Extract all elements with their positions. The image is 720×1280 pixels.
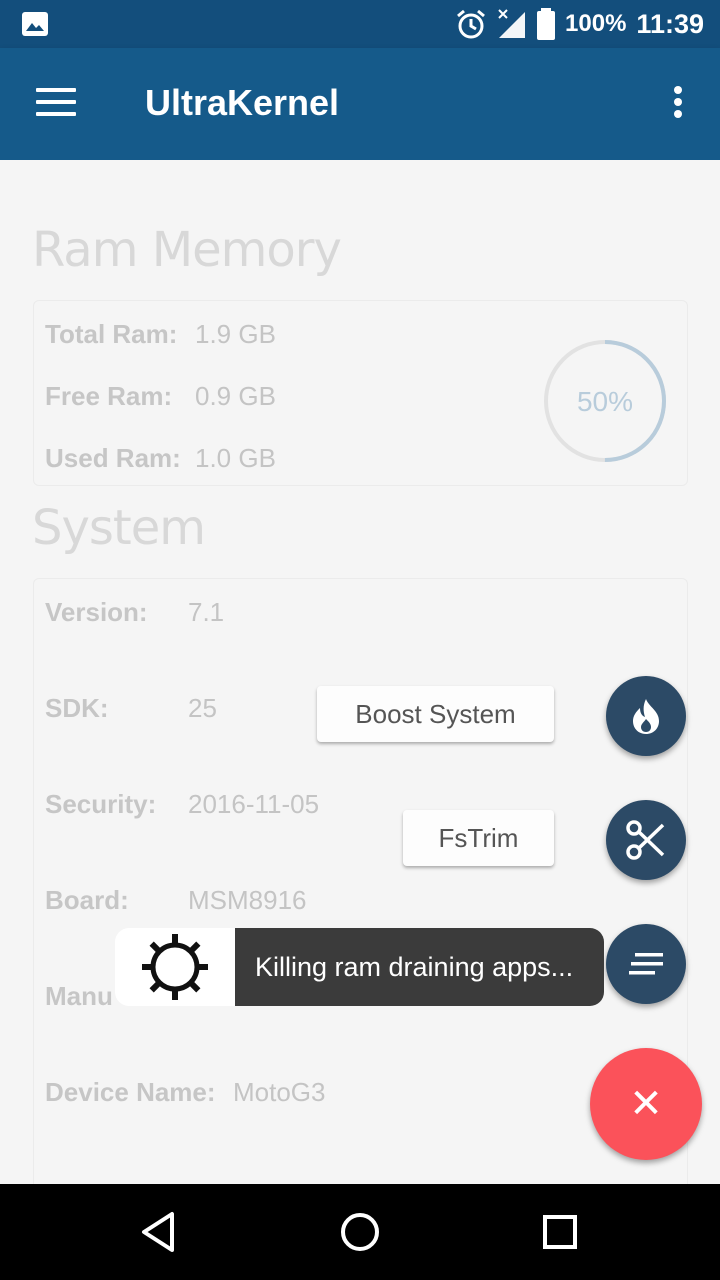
alarm-icon <box>457 9 485 39</box>
system-row-board: Board: MSM8916 <box>45 885 307 915</box>
menu-icon[interactable] <box>36 88 76 120</box>
toast: Killing ram draining apps... <box>115 928 604 1006</box>
more-vert-icon[interactable] <box>672 86 684 122</box>
system-row-manufacturer: Manu <box>45 981 113 1011</box>
system-heading: System <box>32 500 206 556</box>
app-bar: UltraKernel <box>0 48 720 160</box>
fire-icon <box>633 699 659 734</box>
system-row-version: Version: 7.1 <box>45 597 225 627</box>
ram-row-used: Used Ram: 1.0 GB <box>45 443 276 473</box>
ram-heading: Ram Memory <box>32 222 342 278</box>
gear-icon <box>142 934 208 1000</box>
boost-system-button[interactable]: Boost System <box>317 686 554 742</box>
system-card: Version: 7.1 SDK: 25 Security: 2016-11-05 B… <box>33 578 688 1184</box>
back-icon[interactable] <box>136 1208 184 1256</box>
ram-usage-ring: 50% <box>542 338 668 464</box>
system-row-sdk: SDK: 25 <box>45 693 217 723</box>
recents-icon[interactable] <box>536 1208 584 1256</box>
home-icon[interactable] <box>336 1208 384 1256</box>
status-bar: 100% 11:39 <box>0 0 720 48</box>
clock: 11:39 <box>636 8 704 39</box>
signal-icon <box>498 9 526 38</box>
scissors-icon <box>626 820 665 860</box>
app-title: UltraKernel <box>145 82 340 123</box>
log-fab[interactable] <box>606 924 686 1004</box>
nav-bar <box>0 1184 720 1280</box>
main-content: Ram Memory Total Ram: 1.9 GB Free Ram: 0.9… <box>0 160 720 1184</box>
toast-message: Killing ram draining apps... <box>235 928 604 1006</box>
battery-percent: 100% <box>565 10 627 37</box>
fstrim-button[interactable]: FsTrim <box>403 810 554 866</box>
ram-row-total: Total Ram: 1.9 GB <box>45 319 276 349</box>
boost-fab[interactable] <box>606 676 686 756</box>
notes-icon <box>629 953 663 975</box>
fstrim-fab[interactable] <box>606 800 686 880</box>
close-menu-fab[interactable]: ✕ <box>590 1048 702 1160</box>
ram-row-free: Free Ram: 0.9 GB <box>45 381 276 411</box>
system-row-device-name: Device Name: MotoG3 <box>45 1077 326 1107</box>
system-row-security: Security: 2016-11-05 <box>45 789 320 819</box>
close-icon: ✕ <box>629 1082 663 1126</box>
battery-icon <box>537 8 556 40</box>
ram-usage-percent: 50% <box>576 386 634 417</box>
image-icon <box>22 12 48 36</box>
